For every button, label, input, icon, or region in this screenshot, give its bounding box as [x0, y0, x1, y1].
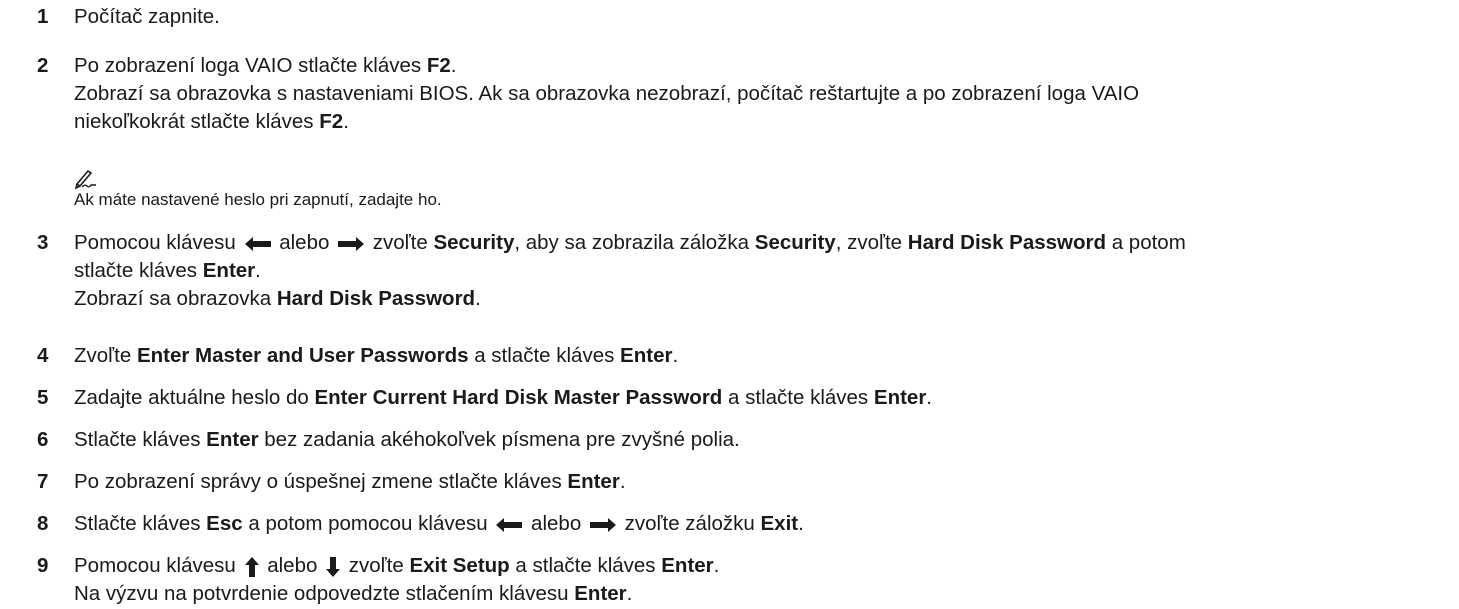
step-line: niekoľkokrát stlačte kláves F2.: [74, 108, 1454, 136]
text-run: a stlačte kláves: [722, 386, 874, 409]
text-run: Stlačte kláves: [74, 428, 207, 451]
step-line: Po zobrazení loga VAIO stlačte kláves F2…: [74, 52, 1454, 80]
note-text: Ak máte nastavené heslo pri zapnutí, zad…: [74, 190, 442, 209]
bold-term: Enter Current Hard Disk Master Password: [314, 386, 723, 409]
text-run: Zobrazí sa obrazovka s nastaveniami BIOS…: [74, 82, 1140, 105]
text-run: .: [672, 344, 679, 367]
text-run: .: [713, 554, 720, 577]
step-line: Zobrazí sa obrazovka Hard Disk Password.: [74, 285, 1454, 313]
step-text: Po zobrazení loga VAIO stlačte kláves F2…: [74, 52, 1454, 136]
text-run: .: [798, 512, 804, 535]
text-run: .: [619, 470, 626, 493]
text-run: alebo: [525, 512, 587, 535]
text-run: zvoľte: [367, 231, 434, 254]
left-arrow-icon: [495, 517, 523, 533]
text-run: a potom pomocou klávesu: [242, 512, 494, 535]
step-line: Zvoľte Enter Master and User Passwords a…: [74, 342, 1454, 370]
text-run: a stlačte kláves: [509, 554, 662, 577]
text-run: alebo: [273, 231, 336, 254]
bold-term: Enter: [206, 428, 259, 451]
step-text: Zadajte aktuálne heslo do Enter Current …: [74, 384, 1454, 412]
text-run: niekoľkokrát stlačte kláves: [74, 110, 320, 133]
bold-term: Enter: [202, 259, 256, 282]
step-text: Stlačte kláves Enter bez zadania akéhoko…: [74, 426, 1454, 454]
text-run: , aby sa zobrazila záložka: [514, 231, 755, 254]
bold-term: Enter: [661, 554, 714, 577]
step-number: 1: [37, 5, 49, 28]
down-arrow-icon: [325, 556, 341, 578]
step-number: 2: [37, 54, 49, 77]
text-run: Zvoľte: [74, 344, 137, 367]
bold-term: F2: [319, 110, 344, 133]
step-number: 7: [37, 470, 49, 493]
bold-term: Hard Disk Password: [907, 231, 1107, 254]
step-line: Na výzvu na potvrdenie odpovedzte stlače…: [74, 580, 1454, 608]
step-number: 9: [37, 554, 49, 577]
text-run: Pomocou klávesu: [74, 554, 242, 577]
text-run: stlačte kláves: [74, 259, 203, 282]
step-number: 3: [37, 231, 49, 254]
step-number: 8: [37, 512, 49, 535]
step-text: Zvoľte Enter Master and User Passwords a…: [74, 342, 1454, 370]
text-run: zvoľte: [343, 554, 410, 577]
bold-term: Exit Setup: [409, 554, 510, 577]
step-line: Pomocou klávesu alebo zvoľte Security, a…: [74, 229, 1454, 257]
pencil-note-icon: [74, 167, 98, 191]
bold-term: Security: [754, 231, 836, 254]
bold-term: Hard Disk Password: [276, 287, 476, 310]
bold-term: Enter Master and User Passwords: [136, 344, 469, 367]
text-run: bez zadania akéhokoľvek písmena pre zvyš…: [258, 428, 740, 451]
right-arrow-icon: [337, 236, 365, 252]
text-run: Stlačte kláves: [74, 512, 207, 535]
up-arrow-icon: [244, 556, 260, 578]
text-run: Zadajte aktuálne heslo do: [74, 386, 315, 409]
text-run: alebo: [261, 554, 324, 577]
step-line: Zadajte aktuálne heslo do Enter Current …: [74, 384, 1454, 412]
bold-term: Esc: [206, 512, 243, 535]
step-line: Počítač zapnite.: [74, 3, 1454, 31]
step-number: 5: [37, 386, 49, 409]
step-line: Zobrazí sa obrazovka s nastaveniami BIOS…: [74, 80, 1454, 108]
bold-term: Enter: [574, 582, 627, 605]
step-line: stlačte kláves Enter.: [74, 257, 1454, 285]
text-run: Zobrazí sa obrazovka: [74, 287, 277, 310]
text-run: Počítač zapnite.: [74, 5, 220, 28]
text-run: .: [255, 259, 261, 282]
step-line: Po zobrazení správy o úspešnej zmene stl…: [74, 468, 1454, 496]
step-text: Stlačte kláves Esc a potom pomocou kláve…: [74, 510, 1454, 538]
step-text: Počítač zapnite.: [74, 3, 1454, 31]
bold-term: Enter: [620, 344, 673, 367]
text-run: .: [343, 110, 349, 133]
step-number: 4: [37, 344, 49, 367]
text-run: a potom: [1106, 231, 1186, 254]
step-line: Stlačte kláves Esc a potom pomocou kláve…: [74, 510, 1454, 538]
text-run: Po zobrazení loga VAIO stlačte kláves: [74, 54, 427, 77]
text-run: .: [926, 386, 932, 409]
step-line: Pomocou klávesu alebo zvoľte Exit Setup …: [74, 552, 1454, 580]
bold-term: Security: [433, 231, 515, 254]
step-text: Pomocou klávesu alebo zvoľte Exit Setup …: [74, 552, 1454, 608]
text-run: zvoľte záložku: [618, 512, 761, 535]
step-line: Stlačte kláves Enter bez zadania akéhoko…: [74, 426, 1454, 454]
text-run: .: [475, 287, 481, 310]
text-run: Na výzvu na potvrdenie odpovedzte stlače…: [74, 582, 575, 605]
step-number: 6: [37, 428, 49, 451]
text-run: a stlačte kláves: [468, 344, 621, 367]
text-run: , zvoľte: [835, 231, 908, 254]
step-text: Pomocou klávesu alebo zvoľte Security, a…: [74, 229, 1454, 313]
right-arrow-icon: [589, 517, 617, 533]
text-run: Po zobrazení správy o úspešnej zmene stl…: [74, 470, 568, 493]
bold-term: Enter: [567, 470, 620, 493]
bold-term: Enter: [873, 386, 927, 409]
left-arrow-icon: [244, 236, 272, 252]
bold-term: F2: [426, 54, 451, 77]
step-text: Po zobrazení správy o úspešnej zmene stl…: [74, 468, 1454, 496]
text-run: Pomocou klávesu: [74, 231, 242, 254]
text-run: .: [450, 54, 457, 77]
bold-term: Exit: [760, 512, 799, 535]
text-run: .: [626, 582, 633, 605]
